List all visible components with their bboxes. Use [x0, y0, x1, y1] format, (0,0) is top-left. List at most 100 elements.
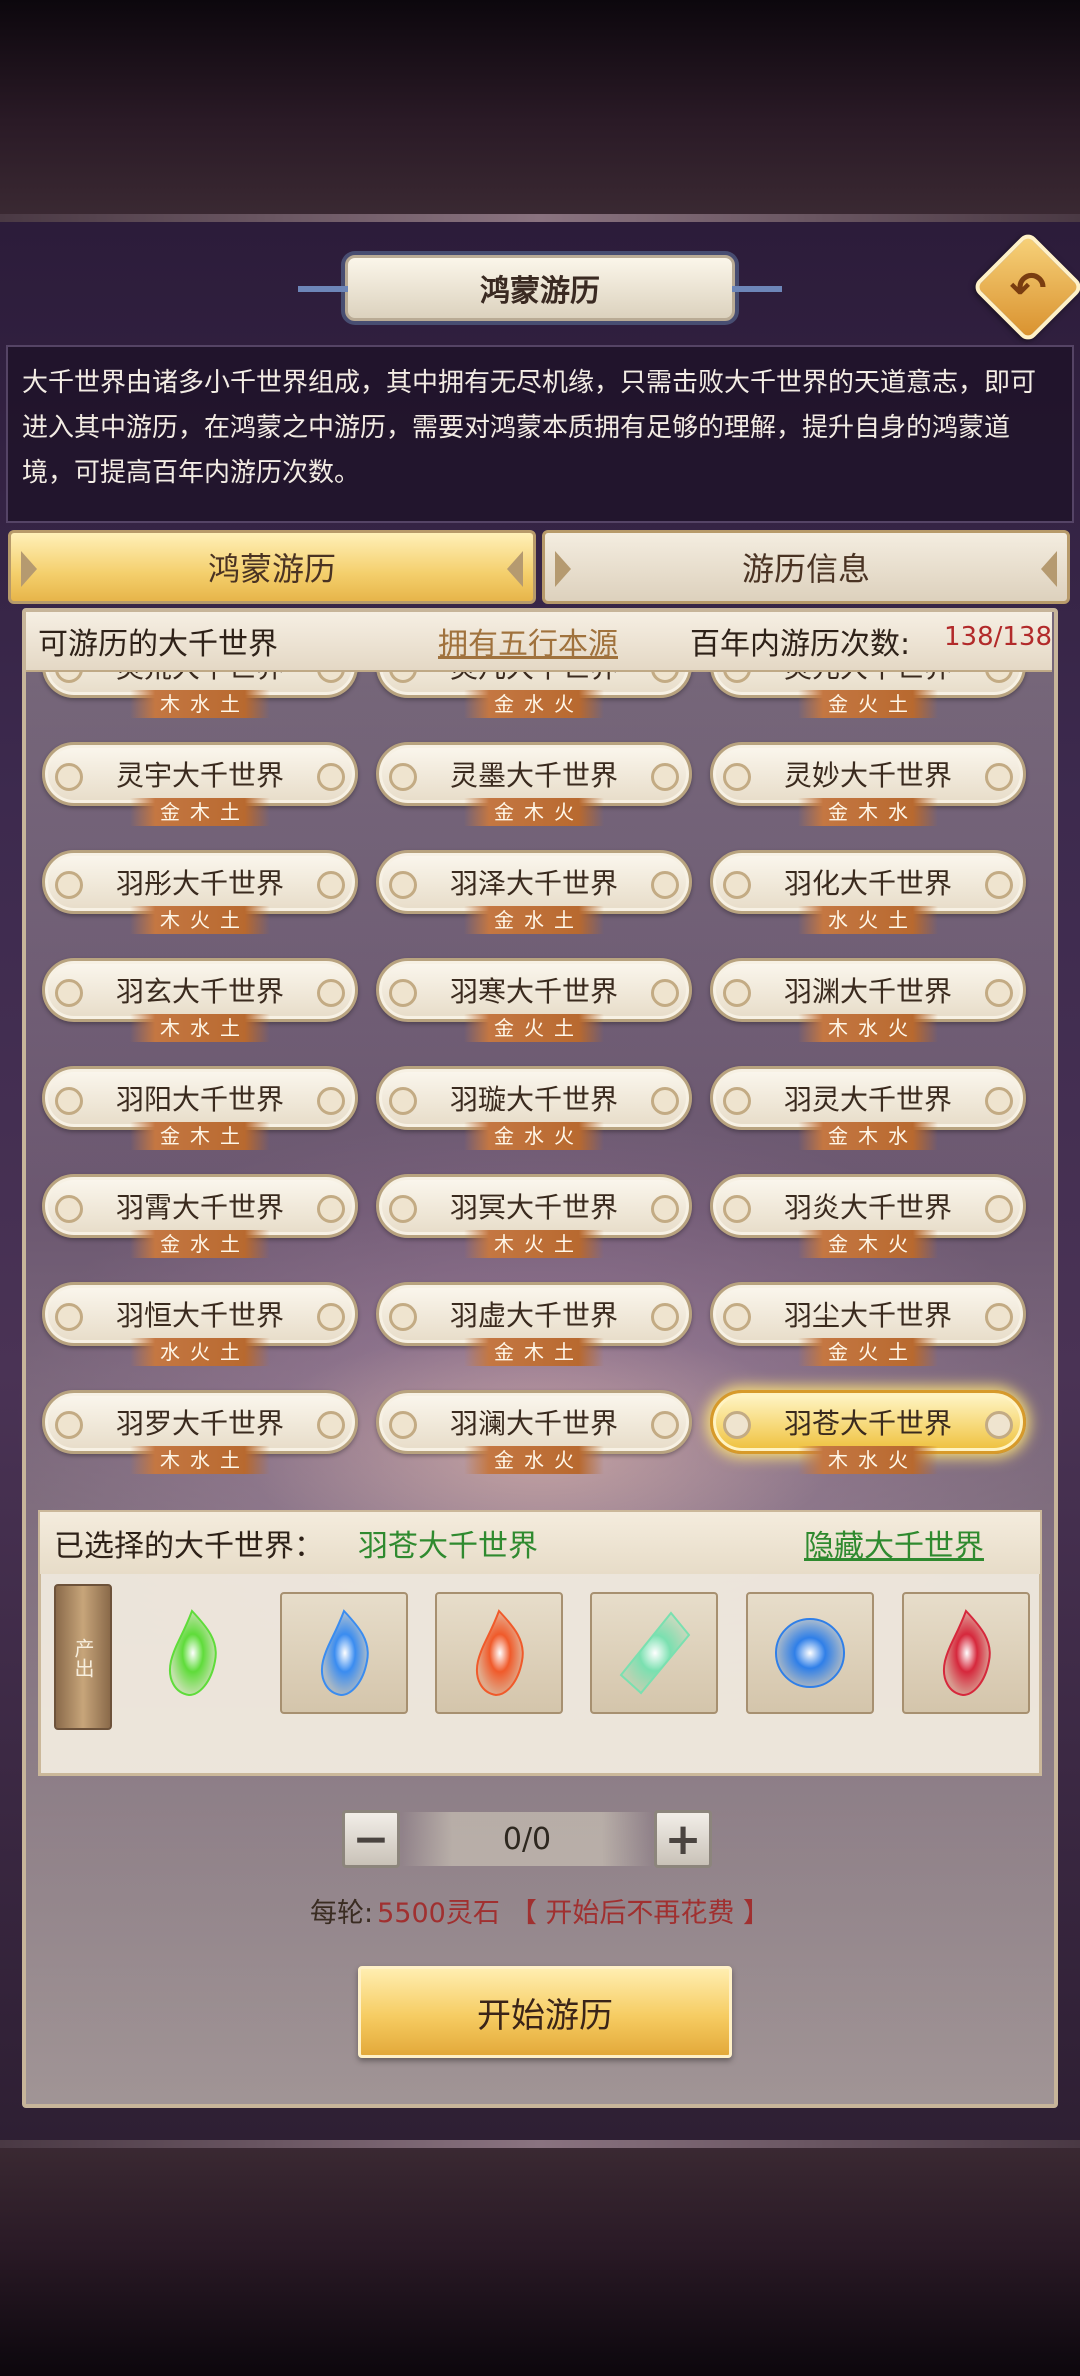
world-name: 羽灵大千世界	[710, 1066, 1026, 1130]
world-item[interactable]: 羽澜大千世界 金水火	[376, 1390, 692, 1474]
produce-slot[interactable]	[435, 1592, 563, 1714]
green-crystal-icon	[619, 1611, 691, 1695]
produce-slot[interactable]	[590, 1592, 718, 1714]
world-name: 羽泽大千世界	[376, 850, 692, 914]
red-flame-icon	[943, 1609, 991, 1697]
cost-note: 【 开始后不再花费 】	[509, 1897, 770, 1929]
five-elements-source-link[interactable]: 拥有五行本源	[438, 619, 618, 663]
world-name: 羽寒大千世界	[376, 958, 692, 1022]
selected-world-label: 已选择的大千世界：	[54, 1529, 324, 1564]
world-name: 羽虚大千世界	[376, 1282, 692, 1346]
world-item[interactable]: 羽化大千世界 水火土	[710, 850, 1026, 934]
tab-travel-info[interactable]: 游历信息	[542, 530, 1070, 604]
travel-count-value: 138/138	[944, 622, 1053, 652]
world-name: 羽冥大千世界	[376, 1174, 692, 1238]
world-name: 羽恒大千世界	[42, 1282, 358, 1346]
rounds-value: 0/0	[402, 1812, 652, 1866]
world-name: 羽阳大千世界	[42, 1066, 358, 1130]
world-elements: 木火土	[130, 906, 270, 934]
world-item[interactable]: 羽罗大千世界 木水土	[42, 1390, 358, 1474]
world-item[interactable]: 羽泽大千世界 金水土	[376, 850, 692, 934]
world-item[interactable]: 羽恒大千世界 水火土	[42, 1282, 358, 1366]
world-elements: 金火土	[798, 690, 938, 718]
produce-slot[interactable]	[746, 1592, 874, 1714]
world-name: 羽澜大千世界	[376, 1390, 692, 1454]
tab-right-chevron-icon	[1041, 551, 1057, 587]
travel-count-label: 百年内游历次数:	[690, 627, 911, 662]
world-name: 羽苍大千世界	[710, 1390, 1026, 1454]
world-item[interactable]: 羽苍大千世界 木水火	[710, 1390, 1026, 1474]
world-item[interactable]: 羽炎大千世界 金木火	[710, 1174, 1026, 1258]
world-item[interactable]: 羽霄大千世界 金水土	[42, 1174, 358, 1258]
world-item[interactable]: 灵宇大千世界 金木土	[42, 742, 358, 826]
hide-world-link[interactable]: 隐藏大千世界	[804, 1521, 984, 1565]
world-item[interactable]: 羽灵大千世界 金木水	[710, 1066, 1026, 1150]
world-elements: 木水土	[130, 1014, 270, 1042]
world-elements: 金木水	[798, 1122, 938, 1150]
start-travel-button[interactable]: 开始游历	[358, 1966, 732, 2058]
world-item[interactable]: 羽阳大千世界 金木土	[42, 1066, 358, 1150]
world-item[interactable]: 羽玄大千世界 木水土	[42, 958, 358, 1042]
world-list-header: 可游历的大千世界 拥有五行本源 百年内游历次数: 138/138	[26, 612, 1052, 672]
cost-value: 5500灵石	[377, 1897, 500, 1929]
tab-left-chevron-icon	[555, 551, 571, 587]
world-name: 羽尘大千世界	[710, 1282, 1026, 1346]
produce-slot[interactable]	[280, 1592, 408, 1714]
world-item[interactable]: 灵凡大千世界金水火	[376, 672, 692, 718]
world-elements: 金水土	[130, 1230, 270, 1258]
world-name: 羽渊大千世界	[710, 958, 1026, 1022]
world-elements: 木水火	[798, 1014, 938, 1042]
selected-world-header: 已选择的大千世界： 羽苍大千世界 隐藏大千世界	[40, 1512, 1040, 1574]
world-item[interactable]: 羽璇大千世界 金水火	[376, 1066, 692, 1150]
produce-slot[interactable]	[902, 1592, 1030, 1714]
page-title: 鸿蒙游历	[480, 274, 600, 309]
world-item[interactable]: 羽冥大千世界 木火土	[376, 1174, 692, 1258]
world-item[interactable]: 灵妙大千世界 金木水	[710, 742, 1026, 826]
world-item[interactable]: 羽尘大千世界 金火土	[710, 1282, 1026, 1366]
world-item[interactable]: 羽虚大千世界 金木土	[376, 1282, 692, 1366]
world-name: 灵宇大千世界	[42, 742, 358, 806]
world-elements: 水火土	[130, 1338, 270, 1366]
tab-left-chevron-icon	[21, 551, 37, 587]
world-elements: 金木火	[798, 1230, 938, 1258]
world-elements: 木水火	[798, 1446, 938, 1474]
world-name: 羽霄大千世界	[42, 1174, 358, 1238]
world-name: 灵妙大千世界	[710, 742, 1026, 806]
red-fire-essence-icon	[476, 1609, 524, 1697]
cost-line: 每轮: 5500灵石 【 开始后不再花费 】	[0, 1888, 1080, 1932]
world-item[interactable]: 羽寒大千世界 金火土	[376, 958, 692, 1042]
top-frame	[0, 0, 1080, 222]
world-item[interactable]: 灵元大千世界金火土	[710, 672, 1026, 718]
increase-button[interactable]: +	[654, 1810, 712, 1868]
tab-right-chevron-icon	[507, 551, 523, 587]
world-name: 羽玄大千世界	[42, 958, 358, 1022]
world-elements: 金水土	[464, 906, 604, 934]
world-item[interactable]: 羽彤大千世界 木火土	[42, 850, 358, 934]
world-elements: 金木土	[130, 798, 270, 826]
world-elements: 金火土	[464, 1014, 604, 1042]
world-name: 羽罗大千世界	[42, 1390, 358, 1454]
world-elements: 金木土	[130, 1122, 270, 1150]
produce-slot[interactable]	[128, 1592, 256, 1714]
decrease-button[interactable]: −	[342, 1810, 400, 1868]
world-name: 灵墨大千世界	[376, 742, 692, 806]
world-item[interactable]: 灵荒大千世界木水土	[42, 672, 358, 718]
bottom-frame	[0, 2140, 1080, 2376]
description-text: 大千世界由诸多小千世界组成，其中拥有无尽机缘，只需击败大千世界的天道意志，即可进…	[6, 345, 1074, 523]
world-grid[interactable]: 灵荒大千世界木水土灵凡大千世界金水火灵元大千世界金火土灵宇大千世界金木土灵墨大千…	[30, 672, 1050, 1480]
tab-label: 鸿蒙游历	[207, 550, 336, 588]
green-wood-essence-icon	[169, 1609, 217, 1697]
tab-travel[interactable]: 鸿蒙游历	[8, 530, 536, 604]
back-arrow-icon[interactable]: ↶	[998, 262, 1058, 314]
produce-label: 产出	[71, 1638, 95, 1678]
world-item[interactable]: 羽渊大千世界 木水火	[710, 958, 1026, 1042]
window-title-plate: 鸿蒙游历	[298, 255, 782, 321]
cost-label: 每轮:	[310, 1897, 374, 1929]
world-list-title: 可游历的大千世界	[38, 627, 278, 662]
world-elements: 金木水	[798, 798, 938, 826]
world-elements: 金水火	[464, 1122, 604, 1150]
world-item[interactable]: 灵墨大千世界 金木火	[376, 742, 692, 826]
world-elements: 木水土	[130, 690, 270, 718]
world-elements: 金火土	[798, 1338, 938, 1366]
world-elements: 金水火	[464, 1446, 604, 1474]
